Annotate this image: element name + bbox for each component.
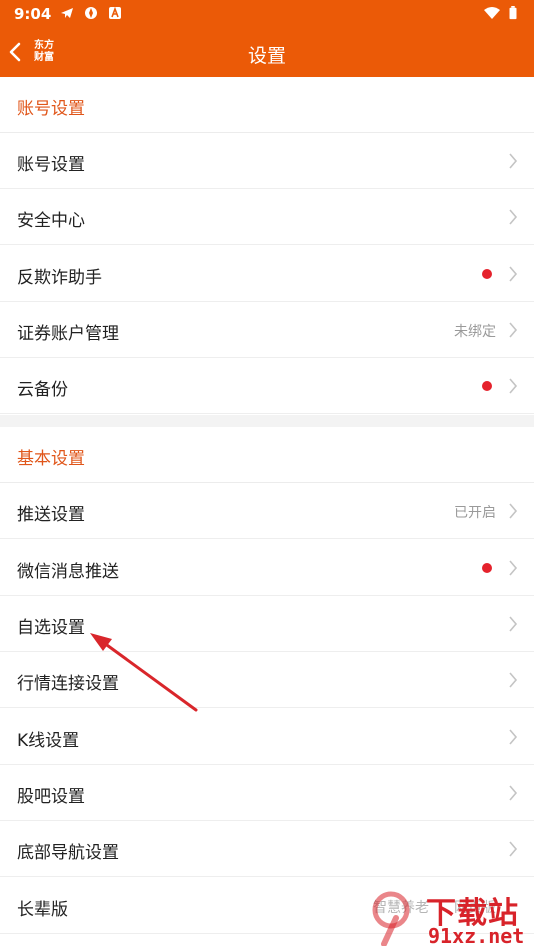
watermark: 下载站 91xz.net (356, 888, 534, 950)
settings-row-wechat-push[interactable]: 微信消息推送 (0, 540, 534, 596)
app-header: 9:04 东方 财富 设置 (0, 0, 534, 77)
chevron-right-icon (509, 672, 518, 688)
settings-row-watchlist[interactable]: 自选设置 (0, 596, 534, 652)
a-badge-icon (109, 6, 121, 19)
telegram-icon (61, 8, 73, 18)
chevron-right-icon (509, 785, 518, 801)
section-header-account: 账号设置 (0, 77, 534, 133)
chevron-right-icon (509, 378, 518, 394)
row-label: 底部导航设置 (17, 843, 119, 863)
row-label: 账号设置 (17, 155, 85, 175)
chevron-right-icon (509, 841, 518, 857)
red-dot-badge (482, 381, 492, 391)
chevron-right-icon (509, 560, 518, 576)
settings-row-securities-account[interactable]: 证券账户管理 未绑定 (0, 302, 534, 358)
settings-row-account[interactable]: 账号设置 (0, 133, 534, 189)
chevron-right-icon (509, 322, 518, 338)
watermark-url: 91xz.net (428, 924, 525, 948)
row-label: 推送设置 (17, 505, 85, 525)
page-title: 设置 (247, 45, 286, 67)
row-label: K线设置 (17, 731, 80, 751)
row-label: 反欺诈助手 (17, 268, 102, 288)
watermark-logo-icon (372, 891, 410, 946)
chevron-right-icon (509, 209, 518, 225)
section-title: 账号设置 (17, 99, 85, 119)
chevron-right-icon (509, 616, 518, 632)
row-label: 行情连接设置 (17, 674, 119, 694)
row-label: 自选设置 (17, 618, 85, 638)
settings-row-stock-forum[interactable]: 股吧设置 (0, 765, 534, 821)
row-label: 安全中心 (17, 211, 85, 231)
section-divider (0, 415, 534, 427)
status-bar: 9:04 (0, 0, 534, 28)
row-value: 已开启 (454, 505, 496, 521)
chevron-right-icon (509, 729, 518, 745)
row-label: 股吧设置 (17, 787, 85, 807)
navigation-bar: 东方 财富 设置 (0, 28, 534, 77)
settings-row-bottom-nav[interactable]: 底部导航设置 (0, 821, 534, 877)
red-dot-badge (482, 563, 492, 573)
section-header-basic: 基本设置 (0, 427, 534, 483)
settings-row-cloud-backup[interactable]: 云备份 (0, 358, 534, 414)
row-label: 长辈版 (17, 900, 68, 920)
settings-row-push[interactable]: 推送设置 已开启 (0, 483, 534, 539)
red-dot-badge (482, 269, 492, 279)
app-notification-icon (85, 7, 97, 19)
settings-row-market-connection[interactable]: 行情连接设置 (0, 652, 534, 708)
section-title: 基本设置 (17, 449, 85, 469)
settings-row-anti-fraud[interactable]: 反欺诈助手 (0, 246, 534, 302)
chevron-right-icon (509, 266, 518, 282)
row-value: 未绑定 (454, 324, 496, 340)
row-label: 证券账户管理 (17, 324, 119, 344)
wifi-icon (484, 7, 500, 19)
status-time: 9:04 (14, 5, 52, 23)
chevron-right-icon (509, 153, 518, 169)
battery-icon (509, 6, 517, 20)
settings-row-kline[interactable]: K线设置 (0, 709, 534, 765)
settings-row-security-center[interactable]: 安全中心 (0, 189, 534, 245)
chevron-right-icon (509, 503, 518, 519)
row-label: 云备份 (17, 380, 68, 400)
row-label: 微信消息推送 (17, 562, 119, 582)
